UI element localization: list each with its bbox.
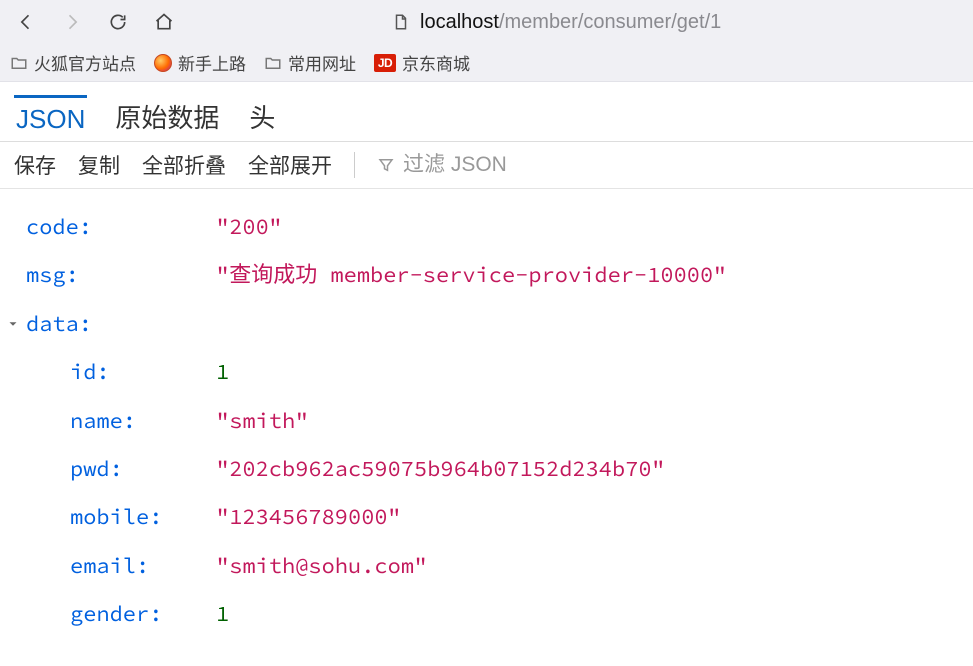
- json-row-pwd[interactable]: pwd: "202cb962ac59075b964b07152d234b70": [26, 445, 967, 493]
- bookmark-jd-mall[interactable]: JD 京东商城: [374, 50, 470, 75]
- expanded-twisty-icon[interactable]: [6, 317, 26, 331]
- bookmark-common-sites[interactable]: 常用网址: [264, 50, 356, 75]
- bookmark-label: 常用网址: [288, 50, 356, 75]
- arrow-right-icon: [62, 12, 82, 32]
- reload-button[interactable]: [100, 4, 136, 40]
- json-key: mobile:: [26, 493, 216, 541]
- url-path: /member/consumer/get/1: [499, 11, 721, 33]
- bookmark-label: 京东商城: [402, 50, 470, 75]
- home-button[interactable]: [146, 4, 182, 40]
- arrow-left-icon: [16, 12, 36, 32]
- url-host: localhost: [420, 11, 499, 33]
- forward-button[interactable]: [54, 4, 90, 40]
- json-key: data:: [26, 300, 216, 348]
- json-tree: code: "200" msg: "查询成功 member-service-pr…: [0, 189, 973, 649]
- divider: [354, 152, 355, 178]
- json-value-number: 1: [216, 590, 229, 638]
- json-value-string: "smith@sohu.com": [216, 542, 427, 590]
- json-value-string: "查询成功 member-service-provider-10000": [216, 251, 726, 299]
- filter-icon: [377, 156, 395, 174]
- collapse-all-button[interactable]: 全部折叠: [142, 150, 226, 180]
- json-value-number: 1: [216, 348, 229, 396]
- filter-wrap: [377, 153, 603, 177]
- filter-input[interactable]: [403, 153, 603, 177]
- json-key: id:: [26, 348, 216, 396]
- bookmark-label: 新手上路: [178, 50, 246, 75]
- address-bar[interactable]: localhost/member/consumer/get/1: [192, 11, 965, 34]
- json-row-code[interactable]: code: "200": [26, 203, 967, 251]
- bookmarks-bar: 火狐官方站点 新手上路 常用网址 JD 京东商城: [0, 44, 973, 82]
- page-icon: [392, 13, 410, 31]
- bookmark-getting-started[interactable]: 新手上路: [154, 50, 246, 75]
- bookmark-label: 火狐官方站点: [34, 50, 136, 75]
- browser-toolbar: localhost/member/consumer/get/1: [0, 0, 973, 44]
- json-row-email[interactable]: email: "smith@sohu.com": [26, 542, 967, 590]
- chevron-down-icon: [6, 317, 20, 331]
- save-button[interactable]: 保存: [14, 150, 56, 180]
- back-button[interactable]: [8, 4, 44, 40]
- tab-raw[interactable]: 原始数据: [113, 89, 221, 141]
- json-key: msg:: [26, 251, 216, 299]
- json-row-mobile[interactable]: mobile: "123456789000": [26, 493, 967, 541]
- json-value-string: "smith": [216, 397, 308, 445]
- json-key: name:: [26, 397, 216, 445]
- tab-headers[interactable]: 头: [247, 89, 277, 141]
- view-tabs: JSON 原始数据 头: [0, 82, 973, 142]
- json-row-gender[interactable]: gender: 1: [26, 590, 967, 638]
- bookmark-firefox-official[interactable]: 火狐官方站点: [10, 50, 136, 75]
- jd-icon: JD: [374, 54, 396, 72]
- tab-json[interactable]: JSON: [14, 95, 87, 141]
- json-row-msg[interactable]: msg: "查询成功 member-service-provider-10000…: [26, 251, 967, 299]
- home-icon: [154, 12, 174, 32]
- json-key: email:: [26, 542, 216, 590]
- json-value-string: "202cb962ac59075b964b07152d234b70": [216, 445, 665, 493]
- reload-icon: [108, 12, 128, 32]
- folder-icon: [10, 54, 28, 72]
- json-row-name[interactable]: name: "smith": [26, 397, 967, 445]
- json-value-string: "200": [216, 203, 282, 251]
- json-key: gender:: [26, 590, 216, 638]
- json-action-bar: 保存 复制 全部折叠 全部展开: [0, 142, 973, 189]
- json-key: pwd:: [26, 445, 216, 493]
- copy-button[interactable]: 复制: [78, 150, 120, 180]
- json-key: code:: [26, 203, 216, 251]
- json-row-id[interactable]: id: 1: [26, 348, 967, 396]
- firefox-icon: [154, 54, 172, 72]
- json-row-data[interactable]: data:: [26, 300, 967, 348]
- json-value-string: "123456789000": [216, 493, 401, 541]
- folder-icon: [264, 54, 282, 72]
- expand-all-button[interactable]: 全部展开: [248, 150, 332, 180]
